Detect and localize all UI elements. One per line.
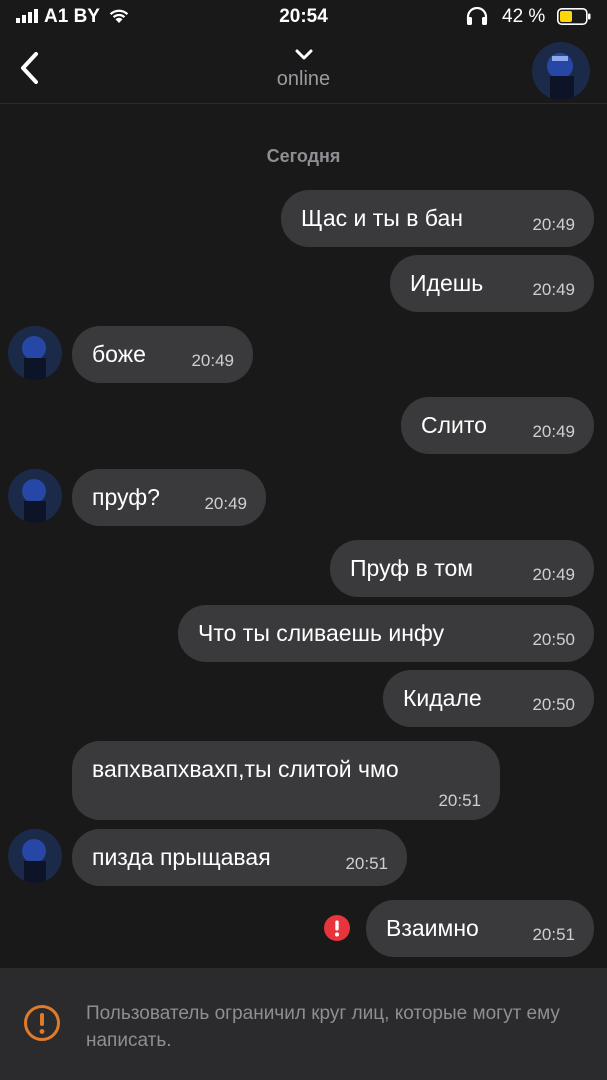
chevron-down-icon[interactable] (293, 48, 315, 62)
message-bubble-outgoing[interactable]: Кидале 20:50 (383, 670, 594, 727)
warning-icon (24, 1005, 60, 1041)
battery-icon (557, 8, 591, 25)
message-time: 20:49 (532, 422, 575, 441)
message-time: 20:49 (204, 494, 247, 513)
message-bubble-outgoing[interactable]: Слито 20:49 (401, 397, 594, 454)
online-status[interactable]: online (0, 68, 607, 91)
message-bubble-incoming[interactable]: пизда прыщавая 20:51 (72, 829, 407, 886)
message-time: 20:51 (532, 925, 575, 944)
headphones-icon (466, 7, 488, 25)
message-bubble-outgoing[interactable]: Идешь 20:49 (390, 255, 594, 312)
message-time: 20:49 (532, 280, 575, 299)
battery-percent: 42 % (502, 6, 546, 27)
message-time: 20:50 (532, 630, 575, 649)
message-time: 20:51 (438, 791, 481, 810)
message-text: Идешь (410, 270, 484, 296)
message-bubble-incoming[interactable]: пруф? 20:49 (72, 469, 266, 526)
sender-avatar[interactable] (8, 469, 62, 523)
restriction-text: Пользователь ограничил круг лиц, которые… (86, 1003, 560, 1051)
sender-avatar[interactable] (8, 829, 62, 883)
error-icon[interactable] (324, 915, 350, 941)
status-bar: A1 BY 20:54 42 % (0, 0, 607, 34)
message-bubble-outgoing[interactable]: Взаимно 20:51 (366, 900, 594, 957)
message-text: Что ты сливаешь инфу (198, 620, 445, 646)
message-text: пизда прыщавая (92, 844, 271, 870)
message-text: Слито (421, 412, 487, 438)
chat-header: online (0, 34, 607, 104)
message-time: 20:51 (345, 854, 388, 873)
message-time: 20:49 (532, 565, 575, 584)
message-bubble-incoming[interactable]: боже 20:49 (72, 326, 253, 383)
message-bubble-outgoing[interactable]: Щас и ты в бан 20:49 (281, 190, 594, 247)
message-text: Пруф в том (350, 555, 474, 581)
message-text: боже (92, 341, 146, 367)
message-bubble-outgoing[interactable]: Пруф в том 20:49 (330, 540, 594, 597)
message-text: Взаимно (386, 915, 479, 941)
date-separator: Сегодня (266, 146, 341, 166)
message-time: 20:49 (532, 215, 575, 234)
message-time: 20:50 (532, 695, 575, 714)
message-text: Щас и ты в бан (301, 205, 463, 231)
restriction-notice: Пользователь ограничил круг лиц, которые… (0, 968, 607, 1080)
contact-avatar[interactable] (532, 42, 590, 100)
message-bubble-incoming[interactable]: вапхвапхвахп,ты слитой чмо 20:51 (72, 741, 500, 820)
message-text: вапхвапхвахп,ты слитой чмо (92, 756, 399, 782)
sender-avatar[interactable] (8, 326, 62, 380)
message-text: Кидале (403, 685, 482, 711)
message-text: пруф? (92, 484, 160, 510)
message-bubble-outgoing[interactable]: Что ты сливаешь инфу 20:50 (178, 605, 594, 662)
message-time: 20:49 (191, 351, 234, 370)
